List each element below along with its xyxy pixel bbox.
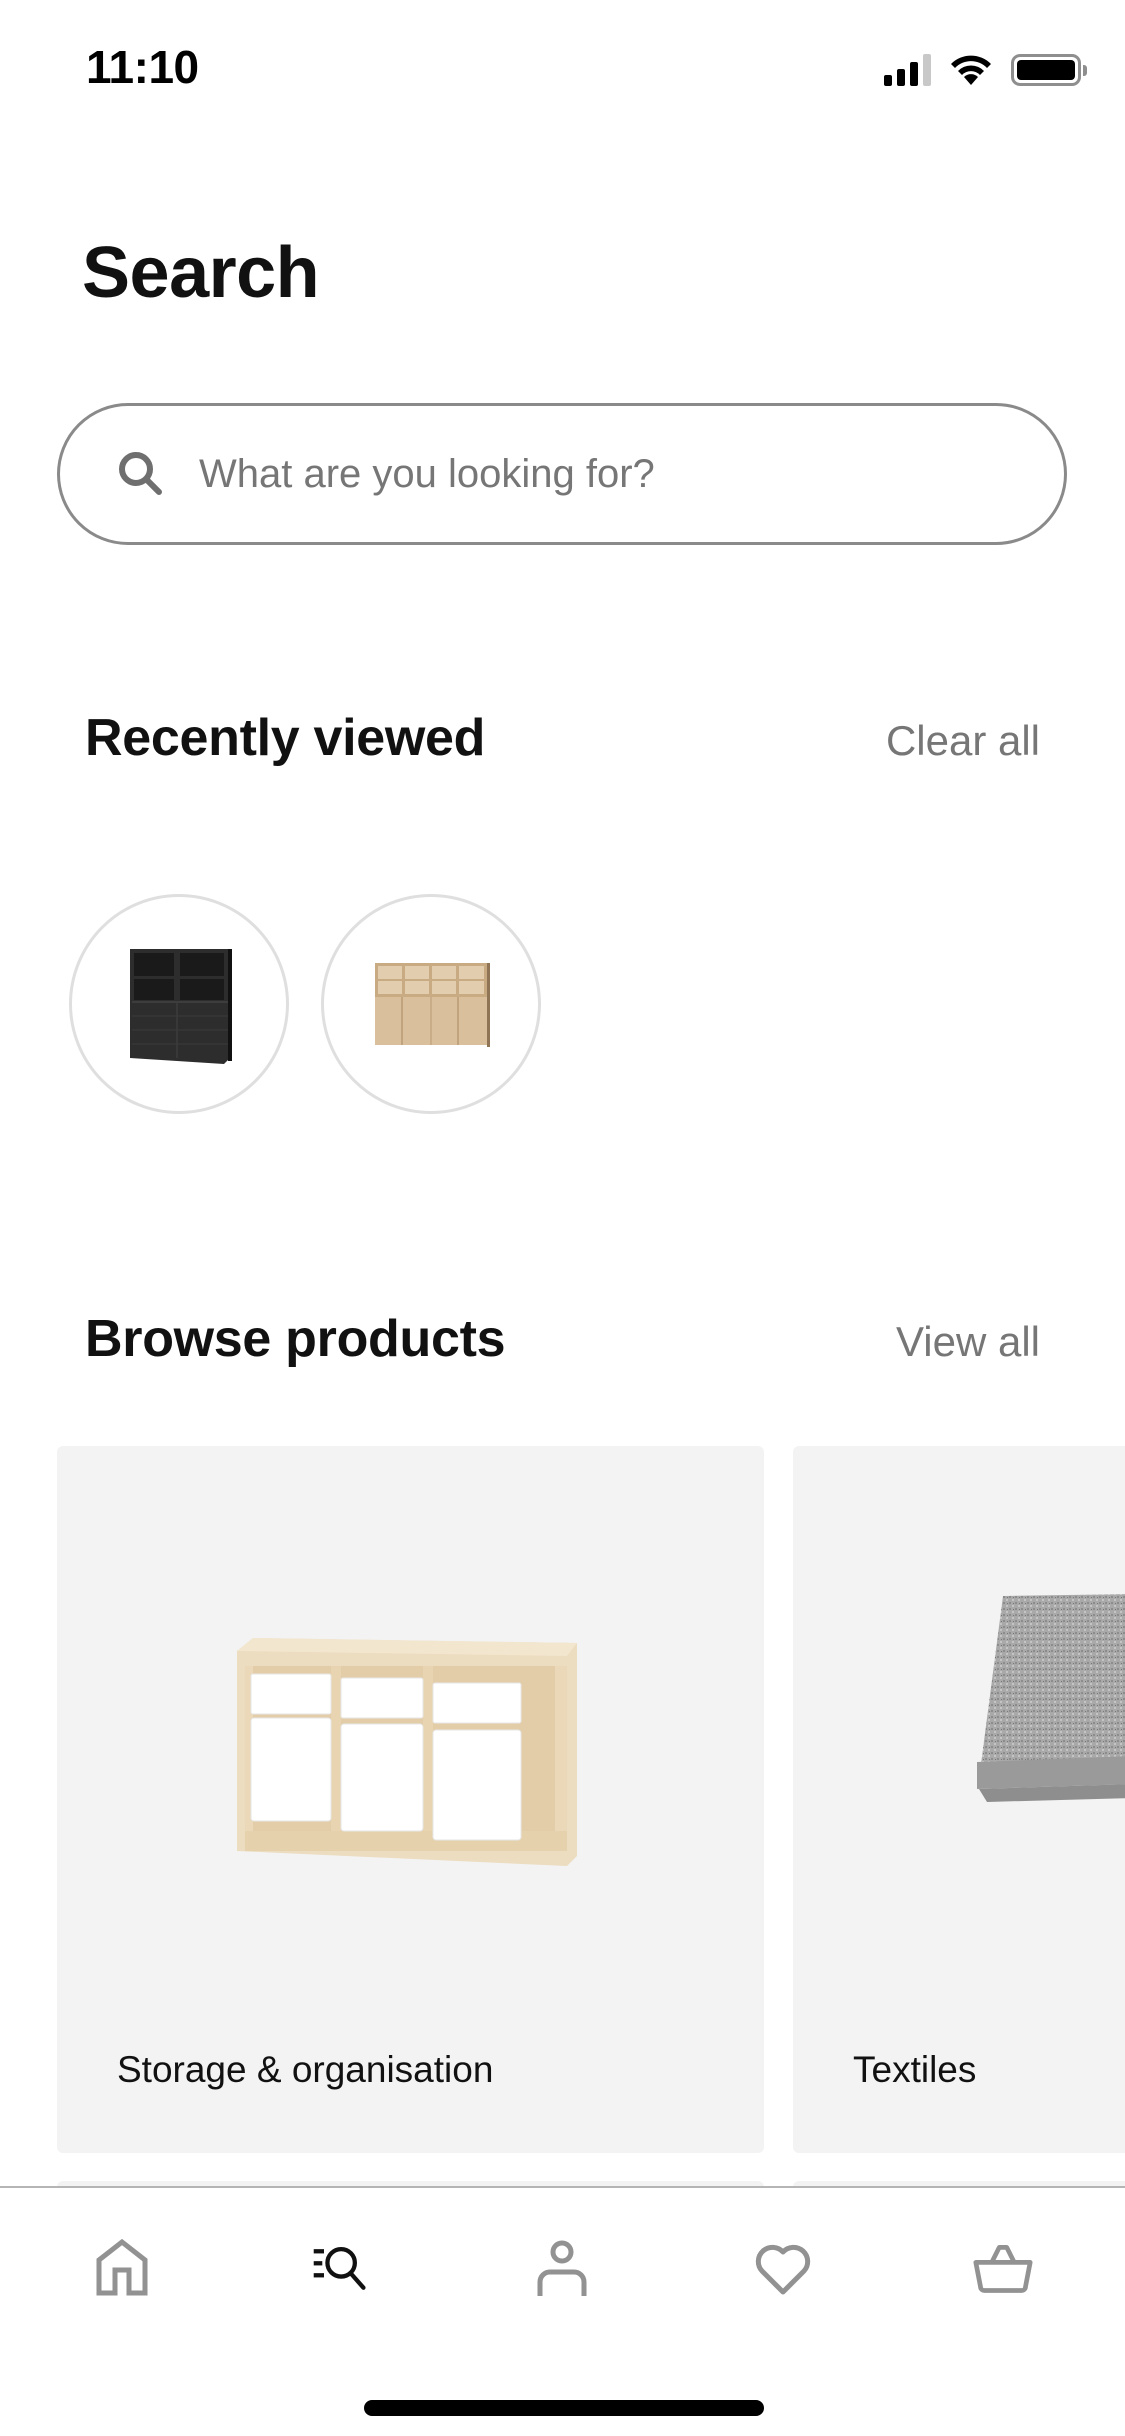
status-icons xyxy=(884,52,1087,88)
nav-search[interactable] xyxy=(282,2228,402,2308)
page-title: Search xyxy=(82,233,320,313)
status-bar: 11:10 xyxy=(0,0,1125,135)
category-label: Textiles xyxy=(853,2049,977,2090)
category-card-textiles[interactable]: Textiles xyxy=(793,1446,1125,2153)
recently-viewed-title: Recently viewed xyxy=(85,709,486,767)
search-icon xyxy=(119,452,162,495)
nav-basket[interactable] xyxy=(943,2228,1063,2308)
wifi-icon xyxy=(951,55,991,85)
home-indicator xyxy=(364,2400,764,2416)
home-icon xyxy=(96,2238,148,2296)
basket-icon xyxy=(973,2245,1033,2293)
oak-storage-unit-image xyxy=(375,963,490,1047)
signal-icon xyxy=(884,54,931,86)
search-list-icon xyxy=(313,2247,366,2290)
status-time: 11:10 xyxy=(86,41,199,93)
clear-all-button[interactable]: Clear all xyxy=(886,717,1040,765)
battery-icon xyxy=(1011,54,1087,86)
nav-favourites[interactable] xyxy=(723,2228,843,2308)
category-carousel: Storage & organisation Textiles xyxy=(57,1446,1125,2153)
view-all-button[interactable]: View all xyxy=(896,1318,1040,1366)
storage-frame-image xyxy=(237,1638,577,1866)
person-icon xyxy=(537,2240,587,2296)
nav-profile[interactable] xyxy=(502,2228,622,2308)
recently-viewed-list xyxy=(69,894,541,1114)
heart-icon xyxy=(755,2244,810,2295)
recently-viewed-item[interactable] xyxy=(69,894,289,1114)
bottom-nav xyxy=(0,2186,1125,2436)
recently-viewed-item[interactable] xyxy=(321,894,541,1114)
search-field[interactable] xyxy=(57,403,1067,545)
browse-products-title: Browse products xyxy=(85,1310,506,1368)
category-label: Storage & organisation xyxy=(117,2049,494,2090)
black-storage-unit-image xyxy=(130,949,232,1064)
browse-products-header: Browse products View all xyxy=(85,1309,1040,1369)
nav-home[interactable] xyxy=(62,2228,182,2308)
category-card-storage[interactable]: Storage & organisation xyxy=(57,1446,764,2153)
textile-throw-image xyxy=(977,1594,1125,1802)
search-input[interactable] xyxy=(199,451,999,497)
recently-viewed-header: Recently viewed Clear all xyxy=(85,708,1040,768)
